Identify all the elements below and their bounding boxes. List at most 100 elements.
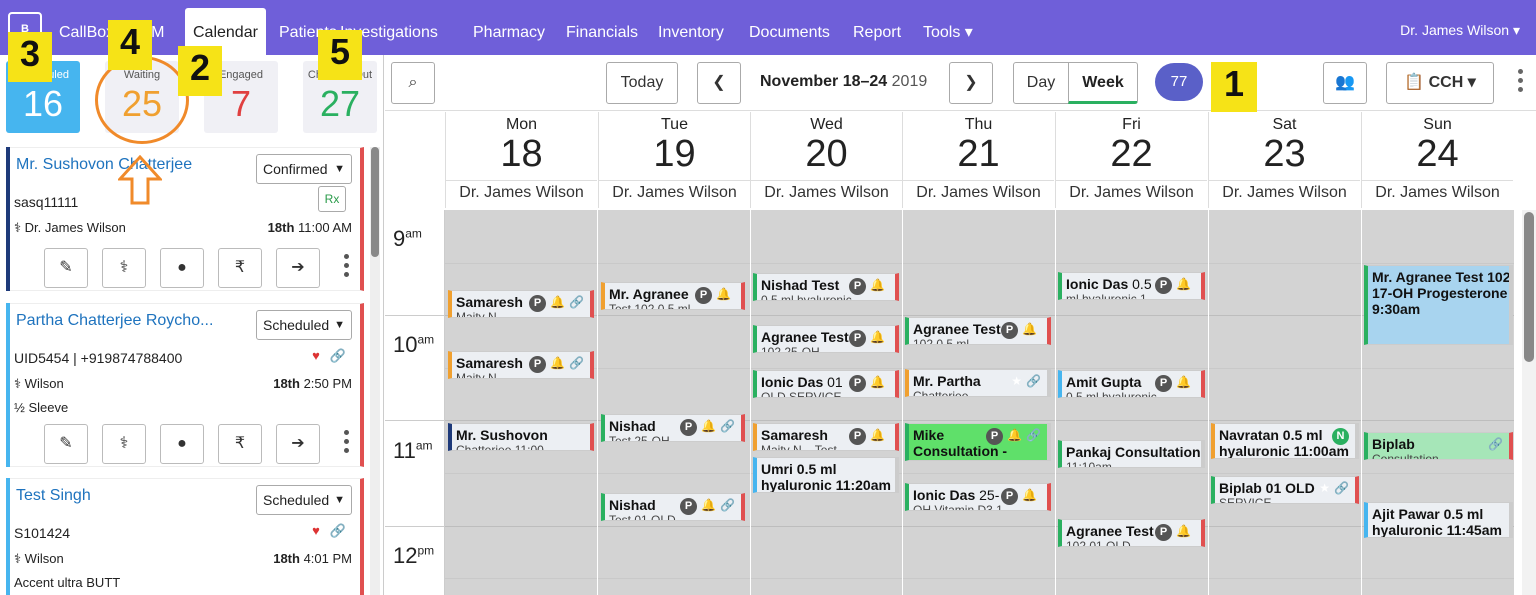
calendar-event[interactable]: Biplab 01 OLD SERVICE... ★ 🔗 — [1211, 476, 1359, 504]
patient-button[interactable]: ● — [160, 424, 204, 464]
nav-report[interactable]: Report — [853, 0, 901, 55]
day-doctor: Dr. James Wilson — [446, 180, 597, 202]
calendar-event[interactable]: Mr. Partha Chatterjee... ★ 🔗 — [905, 369, 1051, 397]
patient-button[interactable]: ● — [160, 248, 204, 288]
toolbar-menu-icon[interactable] — [1518, 69, 1524, 96]
event-title: Pankaj Consultation A — [1066, 444, 1205, 460]
annotation-marker-1: 1 — [1211, 62, 1257, 112]
event-title: Ajit Pawar 0.5 ml — [1372, 506, 1484, 522]
calendar-event[interactable]: Mr. Sushovon Chatterjee 11:00... — [448, 423, 594, 451]
nav-financials[interactable]: Financials — [566, 0, 638, 55]
calendar-event[interactable]: Umri 0.5 ml hyaluronic 11:20am — [753, 457, 899, 493]
doctor-line: ⚕ Wilson — [14, 376, 64, 392]
card-menu-icon[interactable] — [344, 430, 350, 458]
priority-badge: P — [986, 428, 1004, 445]
calendar-event[interactable]: Samaresh Maity N... P 🔔 🔗 — [448, 351, 594, 379]
day-date: 18 — [500, 133, 543, 175]
today-button[interactable]: Today — [606, 62, 678, 104]
day-header-sun[interactable]: Sun 24 Dr. James Wilson — [1361, 112, 1513, 208]
annotation-marker-2: 2 — [178, 46, 222, 96]
day-doctor: Dr. James Wilson — [599, 180, 750, 202]
calendar-event[interactable]: Nishad Test 0.5 ml hyaluronic... P 🔔 — [753, 273, 899, 301]
calendar-event[interactable]: Amit Gupta 0.5 ml hyaluronic... P 🔔 — [1058, 370, 1205, 398]
appointment-count-badge[interactable]: 77 — [1155, 63, 1203, 101]
appointments-sidebar: Scheduled 16 Waiting 25 Engaged 7 Checke… — [0, 55, 384, 595]
nav-pharmacy[interactable]: Pharmacy — [473, 0, 545, 55]
calendar-event[interactable]: Mr. Agranee Test 102 17-OH Progesterone 9:… — [1364, 265, 1513, 345]
card-accent — [6, 147, 10, 291]
doctor-line: ⚕ Wilson — [14, 551, 64, 567]
billing-button[interactable]: ₹ — [218, 248, 262, 288]
doctors-button[interactable]: 👥 — [1323, 62, 1367, 104]
event-icons: N — [1332, 428, 1349, 445]
user-menu[interactable]: Dr. James Wilson ▾ — [1400, 22, 1520, 39]
patient-name[interactable]: Test Singh — [16, 487, 246, 505]
calendar-event[interactable]: Nishad Test 25-OH... P 🔔 🔗 — [601, 414, 745, 442]
grid-line — [445, 526, 1514, 527]
day-of-week: Sat — [1272, 116, 1297, 133]
week-view-button[interactable]: Week — [1068, 62, 1138, 104]
doctor-button[interactable]: ⚕ — [102, 248, 146, 288]
event-title: Samaresh — [761, 427, 828, 443]
calendar-scrollbar-thumb[interactable] — [1524, 212, 1534, 362]
billing-button[interactable]: ₹ — [218, 424, 262, 464]
search-button[interactable]: ⌕ — [391, 62, 435, 104]
calendar-event[interactable]: Agranee Test 102 25-OH... P 🔔 — [753, 325, 899, 353]
link-icon[interactable]: 🔗 — [330, 348, 346, 363]
next-week-button[interactable]: ❯ — [949, 62, 993, 104]
calendar-grid[interactable] — [445, 210, 1514, 595]
patient-name[interactable]: Partha Chatterjee Roycho... — [16, 312, 246, 330]
calendar-event[interactable]: Agranee Test 102 0.5 ml... P 🔔 — [905, 317, 1051, 345]
calendar-event[interactable]: Ionic Das 01 OLD SERVICE... P 🔔 — [753, 370, 899, 398]
event-subtitle: hyaluronic 11:00am — [1219, 443, 1349, 459]
calendar-event[interactable]: Samaresh Maity N... Test... P 🔔 — [753, 423, 899, 451]
nav-documents[interactable]: Documents — [749, 0, 830, 55]
nav-callbox[interactable]: CallBox — [59, 0, 114, 55]
proceed-button[interactable]: ➔ — [276, 424, 320, 464]
day-header-mon[interactable]: Mon 18 Dr. James Wilson — [445, 112, 597, 208]
calendar-event[interactable]: Samaresh Maity N... P 🔔 🔗 — [448, 290, 594, 318]
calendar-event[interactable]: Ionic Das 0.5 ml hyaluronic 1... P 🔔 — [1058, 272, 1205, 300]
prev-week-button[interactable]: ❮ — [697, 62, 741, 104]
day-doctor: Dr. James Wilson — [1362, 180, 1513, 202]
rx-button[interactable]: Rx — [318, 186, 346, 212]
event-title: Nishad — [609, 497, 656, 513]
day-header-sat[interactable]: Sat 23 Dr. James Wilson — [1208, 112, 1360, 208]
arrow-right-icon: ➔ — [291, 435, 305, 452]
arrow-right-icon: ➔ — [291, 259, 305, 276]
edit-button[interactable]: ✎ — [44, 424, 88, 464]
location-select[interactable]: 📋 CCH ▾ — [1386, 62, 1494, 104]
calendar-event[interactable]: Mr. Agranee Test 102 0.5 ml... P 🔔 — [601, 282, 745, 310]
day-header-tue[interactable]: Tue 19 Dr. James Wilson — [598, 112, 750, 208]
calendar-event[interactable]: Ionic Das 25- OH Vitamin D3 1... P 🔔 — [905, 483, 1051, 511]
nav-inventory[interactable]: Inventory — [658, 0, 724, 55]
appointment-card[interactable]: Mr. Sushovon Chatterjee Confirmed ▼ sasq1… — [6, 147, 364, 291]
day-header-fri[interactable]: Fri 22 Dr. James Wilson — [1055, 112, 1207, 208]
calendar-event[interactable]: Biplab Consultation... 🔗 — [1364, 432, 1513, 460]
card-menu-icon[interactable] — [344, 254, 350, 282]
event-title: Biplab — [1372, 436, 1415, 452]
edit-icon: ✎ — [59, 435, 73, 452]
calendar-event[interactable]: Pankaj Consultation A 11:10am — [1058, 440, 1205, 468]
appointment-card[interactable]: Test Singh Scheduled ▼ S101424 ♥ 🔗 ⚕ Wilso… — [6, 478, 364, 595]
status-select[interactable]: Confirmed ▼ — [256, 154, 352, 184]
day-header-wed[interactable]: Wed 20 Dr. James Wilson — [750, 112, 902, 208]
day-header-thu[interactable]: Thu 21 Dr. James Wilson — [902, 112, 1054, 208]
time-column: 9am 10am 11am 12pm — [385, 210, 445, 595]
status-select[interactable]: Scheduled ▼ — [256, 485, 352, 515]
calendar-event[interactable]: Mike Consultation - P 🔔 🔗 — [905, 423, 1051, 461]
time-value: 4:01 PM — [303, 551, 352, 566]
sidebar-scrollbar-thumb[interactable] — [371, 147, 379, 257]
status-select[interactable]: Scheduled ▼ — [256, 310, 352, 340]
appointment-card[interactable]: Partha Chatterjee Roycho... Scheduled ▼ U… — [6, 303, 364, 467]
link-icon[interactable]: 🔗 — [330, 523, 346, 538]
calendar-event[interactable]: Navratan 0.5 ml hyaluronic 11:00am N — [1211, 423, 1359, 459]
calendar-event[interactable]: Nishad Test 01 OLD... P 🔔 🔗 — [601, 493, 745, 521]
calendar-event[interactable]: Agranee Test 102 01 OLD... P 🔔 — [1058, 519, 1205, 547]
doctor-button[interactable]: ⚕ — [102, 424, 146, 464]
calendar-event[interactable]: Ajit Pawar 0.5 ml hyaluronic 11:45am — [1364, 502, 1513, 538]
proceed-button[interactable]: ➔ — [276, 248, 320, 288]
edit-button[interactable]: ✎ — [44, 248, 88, 288]
day-view-button[interactable]: Day — [1013, 62, 1069, 104]
nav-tools-dropdown[interactable]: Tools ▾ — [923, 0, 973, 55]
